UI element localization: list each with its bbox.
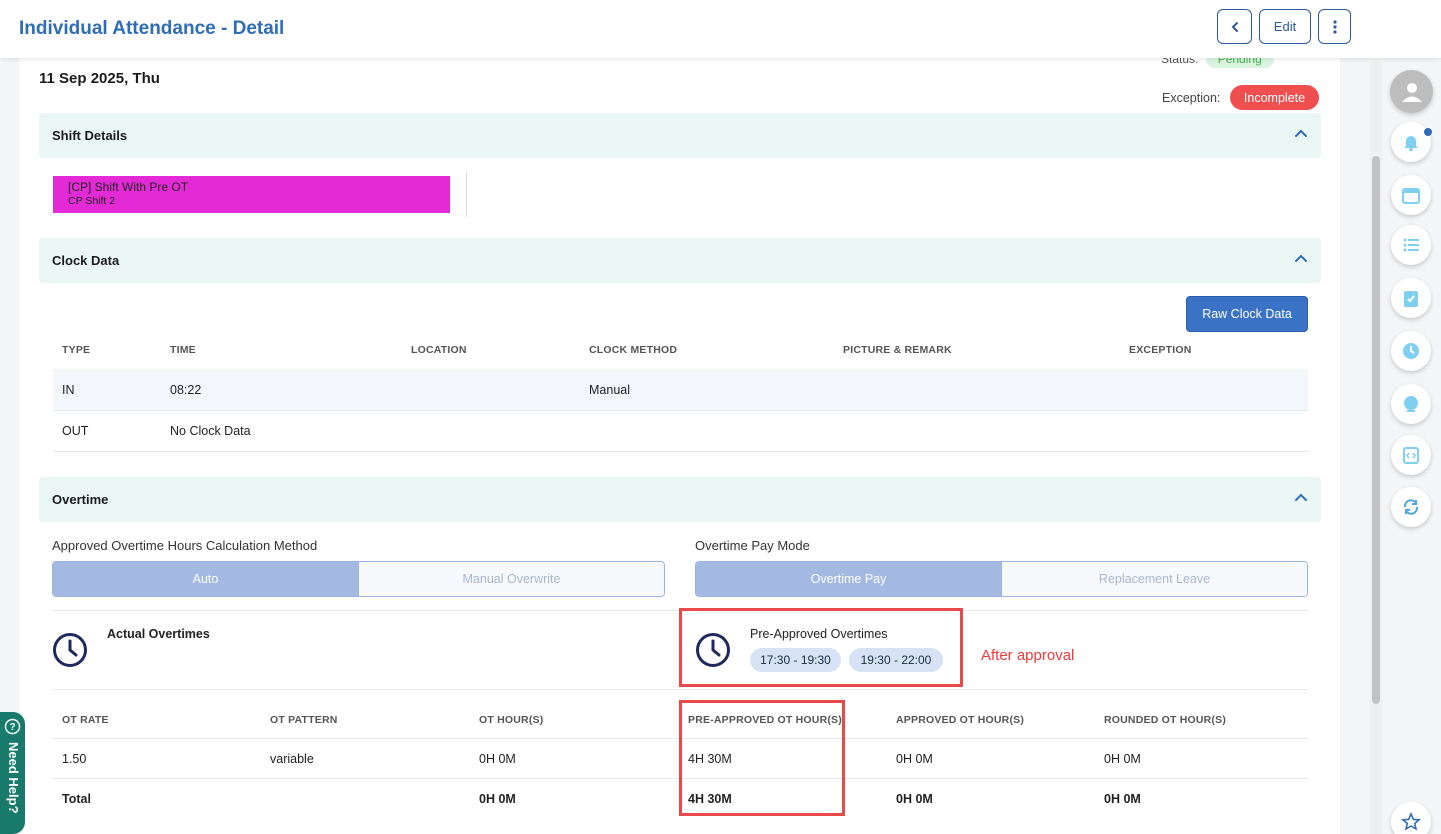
pay-mode-toggle: Overtime Pay Replacement Leave — [695, 561, 1308, 597]
approvals-button[interactable] — [1391, 278, 1431, 318]
time-button[interactable] — [1391, 331, 1431, 371]
overtime-title: Overtime — [52, 492, 109, 507]
approved-hours-cell: 0H 0M — [896, 752, 933, 766]
status-label: Status: — [1161, 58, 1199, 66]
avatar[interactable] — [1390, 70, 1433, 113]
shift-details-header[interactable]: Shift Details — [39, 113, 1321, 158]
total-label: Total — [62, 792, 91, 806]
globe-icon — [1404, 396, 1418, 412]
chevron-left-icon — [1231, 21, 1238, 32]
status-row: Status: Pending — [1161, 58, 1274, 68]
shift-name: [CP] Shift With Pre OT — [68, 180, 189, 194]
pay-replacement-option[interactable]: Replacement Leave — [1001, 562, 1307, 596]
col-rounded-ot-hours: ROUNDED OT HOUR(S) — [1104, 714, 1227, 726]
clock-time-cell: 08:22 — [170, 383, 202, 397]
col-clock-method: CLOCK METHOD — [589, 344, 678, 356]
shift-bar[interactable]: [CP] Shift With Pre OT CP Shift 2 — [53, 176, 450, 213]
ot-rate-cell: 1.50 — [62, 752, 87, 766]
attendance-date: 11 Sep 2025, Thu — [39, 70, 160, 87]
ot-pattern-cell: variable — [270, 752, 314, 766]
more-vertical-icon — [1332, 19, 1337, 34]
col-exception: EXCEPTION — [1129, 344, 1192, 356]
clipboard-check-icon — [1404, 291, 1418, 307]
bell-icon — [1404, 136, 1418, 152]
list-icon — [1403, 238, 1419, 252]
scrollbar[interactable] — [1370, 62, 1382, 834]
calc-method-label: Approved Overtime Hours Calculation Meth… — [52, 538, 318, 553]
status-badge: Pending — [1205, 58, 1274, 68]
need-help-label[interactable]: Need Help? — [6, 742, 21, 814]
more-options-button[interactable] — [1318, 9, 1351, 44]
calendar-button[interactable] — [1391, 175, 1431, 215]
user-avatar-icon — [1401, 82, 1422, 102]
exception-label: Exception: — [1162, 91, 1221, 105]
table-row — [53, 369, 1308, 410]
chevron-up-icon[interactable] — [1293, 125, 1309, 141]
calendar-icon — [1402, 188, 1420, 204]
top-bar: Individual Attendance - Detail Edit — [0, 0, 1441, 58]
actual-overtimes-title: Actual Overtimes — [107, 627, 210, 641]
clock-type-cell: IN — [62, 383, 75, 397]
sync-button[interactable] — [1391, 487, 1431, 527]
list-button[interactable] — [1391, 225, 1431, 265]
pay-mode-label: Overtime Pay Mode — [695, 538, 810, 553]
row-divider — [53, 689, 1308, 690]
highlight-box — [679, 608, 963, 687]
shift-code: CP Shift 2 — [68, 195, 116, 207]
col-picture-remark: PICTURE & REMARK — [843, 344, 952, 356]
row-divider — [53, 410, 1308, 411]
clock-method-cell: Manual — [589, 383, 630, 397]
annotation-text: After approval — [981, 647, 1075, 664]
exception-badge: Incomplete — [1230, 85, 1319, 110]
chevron-up-icon[interactable] — [1293, 489, 1309, 505]
total-rounded-hours: 0H 0M — [1104, 792, 1141, 806]
right-rail — [1384, 62, 1441, 834]
edit-button[interactable]: Edit — [1259, 9, 1311, 44]
row-divider — [53, 451, 1308, 452]
col-ot-rate: OT RATE — [62, 714, 109, 726]
clock-icon — [1403, 343, 1419, 359]
chevron-up-icon[interactable] — [1293, 250, 1309, 266]
scrollbar-thumb[interactable] — [1372, 156, 1380, 704]
shift-details-title: Shift Details — [52, 128, 128, 143]
refresh-icon — [1403, 499, 1419, 515]
col-time: TIME — [170, 344, 196, 356]
pay-overtime-option[interactable]: Overtime Pay — [696, 562, 1001, 596]
raw-clock-data-button[interactable]: Raw Clock Data — [1186, 296, 1308, 332]
col-ot-hours: OT HOUR(S) — [479, 714, 544, 726]
highlight-box — [679, 700, 845, 816]
total-approved-hours: 0H 0M — [896, 792, 933, 806]
calc-method-toggle: Auto Manual Overwrite — [52, 561, 665, 597]
rounded-hours-cell: 0H 0M — [1104, 752, 1141, 766]
ot-hours-cell: 0H 0M — [479, 752, 516, 766]
code-button[interactable] — [1391, 435, 1431, 475]
clock-time-cell: No Clock Data — [170, 424, 251, 438]
col-ot-pattern: OT PATTERN — [270, 714, 338, 726]
clock-type-cell: OUT — [62, 424, 89, 438]
col-type: TYPE — [62, 344, 91, 356]
total-ot-hours: 0H 0M — [479, 792, 516, 806]
attendance-detail-panel: 11 Sep 2025, Thu Status: Pending Excepti… — [19, 58, 1340, 834]
back-button[interactable] — [1217, 9, 1252, 44]
col-location: LOCATION — [411, 344, 467, 356]
code-icon — [1403, 447, 1419, 464]
clock-icon — [53, 633, 87, 667]
page-title: Individual Attendance - Detail — [19, 18, 285, 39]
clock-data-header[interactable]: Clock Data — [39, 238, 1321, 283]
help-icon: ? — [4, 718, 21, 735]
star-icon — [1401, 812, 1421, 831]
calc-auto-option[interactable]: Auto — [53, 562, 358, 596]
notification-dot — [1424, 128, 1432, 136]
svg-text:?: ? — [9, 722, 15, 733]
overtime-header[interactable]: Overtime — [39, 477, 1321, 522]
globe-button[interactable] — [1391, 384, 1431, 424]
divider — [466, 172, 467, 217]
clock-data-title: Clock Data — [52, 253, 120, 268]
favorites-button[interactable] — [1391, 802, 1431, 834]
col-approved-ot-hours: APPROVED OT HOUR(S) — [896, 714, 1025, 726]
calc-manual-option[interactable]: Manual Overwrite — [358, 562, 664, 596]
